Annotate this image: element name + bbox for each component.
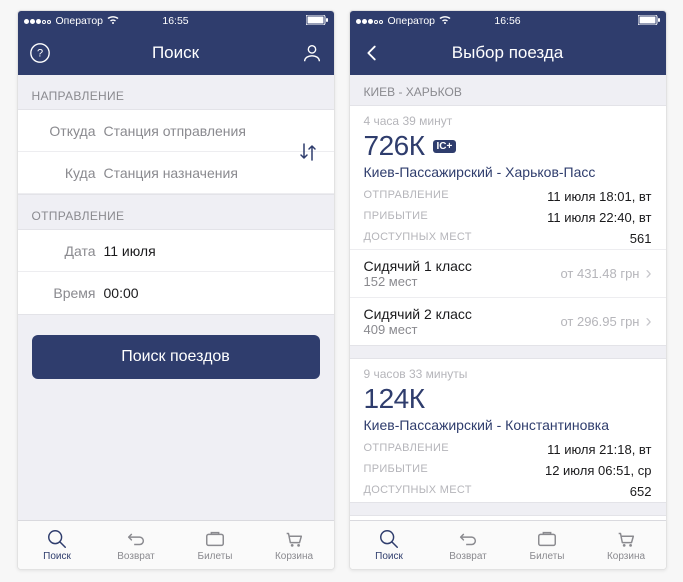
cart-icon: [282, 528, 306, 550]
route-subtitle: КИЕВ - ХАРЬКОВ: [350, 75, 666, 105]
search-icon: [377, 528, 401, 550]
header-title: Поиск: [152, 43, 199, 63]
tab-tickets[interactable]: Билеты: [508, 521, 587, 569]
kv-value: 652: [630, 484, 652, 499]
tab-tickets-label: Билеты: [198, 551, 233, 562]
status-time: 16:56: [356, 15, 660, 27]
tab-tickets[interactable]: Билеты: [176, 521, 255, 569]
train-duration: 4 часа 39 минут: [364, 114, 652, 128]
phone-results: Оператор 16:56 Выбор поезда КИЕВ - ХАРЬК…: [349, 10, 667, 570]
direction-section-label: НАПРАВЛЕНИЕ: [18, 75, 334, 109]
return-icon: [456, 528, 480, 550]
swap-vertical-icon: [298, 140, 318, 164]
tab-return-label: Возврат: [449, 551, 487, 562]
date-row[interactable]: Дата 11 июля: [18, 230, 334, 272]
tab-bar: Поиск Возврат Билеты Корзина: [18, 520, 334, 569]
help-button[interactable]: ?: [18, 31, 62, 75]
class-name: Сидячий 2 класс: [364, 306, 472, 322]
tab-return[interactable]: Возврат: [97, 521, 176, 569]
help-circle-icon: ?: [29, 42, 51, 64]
class-seats: 152 мест: [364, 274, 472, 289]
cart-icon: [614, 528, 638, 550]
svg-text:?: ?: [36, 48, 42, 60]
date-value: 11 июля: [104, 243, 320, 259]
content[interactable]: КИЕВ - ХАРЬКОВ 4 часа 39 минут 726К ІС+ Кие…: [350, 75, 666, 520]
to-row[interactable]: Куда Станция назначения: [18, 152, 334, 194]
from-row[interactable]: Откуда Станция отправления: [18, 110, 334, 152]
header: Выбор поезда: [350, 31, 666, 75]
tab-cart[interactable]: Корзина: [255, 521, 334, 569]
from-placeholder: Станция отправления: [104, 123, 320, 139]
class-price: от 296.95 грн: [560, 314, 639, 329]
profile-icon: [301, 42, 323, 64]
tab-search[interactable]: Поиск: [18, 521, 97, 569]
back-button[interactable]: [350, 31, 394, 75]
from-label: Откуда: [32, 123, 104, 139]
kv-value: 11 июля 21:18, вт: [547, 442, 651, 457]
status-bar: Оператор 16:56: [350, 11, 666, 31]
kv-label: ПРИБЫТИЕ: [364, 463, 428, 478]
kv-label: ДОСТУПНЫХ МЕСТ: [364, 231, 472, 246]
tab-search-label: Поиск: [43, 551, 71, 562]
train-card: 9 часов 33 минуты 124К Киев-Пассажирский -…: [350, 358, 666, 503]
train-badge: ІС+: [433, 140, 457, 153]
train-number: 726К: [364, 130, 425, 162]
tab-tickets-label: Билеты: [530, 551, 565, 562]
phone-search: Оператор 16:55 ? Поиск НАПРАВЛЕНИЕ От: [17, 10, 335, 570]
header: ? Поиск: [18, 31, 334, 75]
return-icon: [124, 528, 148, 550]
kv-value: 11 июля 18:01, вт: [547, 189, 651, 204]
direction-card: Откуда Станция отправления Куда Станция …: [18, 109, 334, 195]
class-seats: 409 мест: [364, 322, 472, 337]
train-number: 124К: [364, 383, 425, 415]
search-icon: [45, 528, 69, 550]
tab-return-label: Возврат: [117, 551, 155, 562]
tab-cart-label: Корзина: [275, 551, 313, 562]
class-row[interactable]: Сидячий 2 класс409 мест от 296.95 грн ›: [350, 297, 666, 345]
tab-return[interactable]: Возврат: [429, 521, 508, 569]
status-time: 16:55: [24, 15, 328, 27]
ticket-icon: [203, 528, 227, 550]
tab-cart[interactable]: Корзина: [587, 521, 666, 569]
kv-label: ОТПРАВЛЕНИЕ: [364, 442, 449, 457]
search-trains-button[interactable]: Поиск поездов: [32, 335, 320, 379]
time-row[interactable]: Время 00:00: [18, 272, 334, 314]
chevron-right-icon: ›: [646, 311, 652, 332]
kv-label: ОТПРАВЛЕНИЕ: [364, 189, 449, 204]
kv-value: 11 июля 22:40, вт: [547, 210, 651, 225]
departure-card: Дата 11 июля Время 00:00: [18, 229, 334, 315]
train-route: Киев-Пассажирский - Константиновка: [364, 417, 652, 433]
status-bar: Оператор 16:55: [18, 11, 334, 31]
kv-label: ПРИБЫТИЕ: [364, 210, 428, 225]
to-label: Куда: [32, 165, 104, 181]
train-route: Киев-Пассажирский - Харьков-Пасс: [364, 164, 652, 180]
date-label: Дата: [32, 243, 104, 259]
content: НАПРАВЛЕНИЕ Откуда Станция отправления К…: [18, 75, 334, 520]
time-value: 00:00: [104, 285, 320, 301]
tab-bar: Поиск Возврат Билеты Корзина: [350, 520, 666, 569]
train-duration: 9 часов 33 минуты: [364, 367, 652, 381]
profile-button[interactable]: [290, 31, 334, 75]
tab-search[interactable]: Поиск: [350, 521, 429, 569]
to-placeholder: Станция назначения: [104, 165, 320, 181]
train-card: 4 часа 39 минут 726К ІС+ Киев-Пассажирский …: [350, 105, 666, 346]
class-row[interactable]: Сидячий 1 класс152 мест от 431.48 грн ›: [350, 249, 666, 297]
header-title: Выбор поезда: [452, 43, 563, 63]
time-label: Время: [32, 285, 104, 301]
departure-section-label: ОТПРАВЛЕНИЕ: [18, 195, 334, 229]
kv-value: 12 июля 06:51, ср: [545, 463, 652, 478]
tab-search-label: Поиск: [375, 551, 403, 562]
chevron-left-icon: [361, 42, 383, 64]
class-price: от 431.48 грн: [560, 266, 639, 281]
kv-value: 561: [630, 231, 652, 246]
kv-label: ДОСТУПНЫХ МЕСТ: [364, 484, 472, 499]
ticket-icon: [535, 528, 559, 550]
tab-cart-label: Корзина: [607, 551, 645, 562]
class-name: Сидячий 1 класс: [364, 258, 472, 274]
swap-button[interactable]: [294, 138, 322, 166]
chevron-right-icon: ›: [646, 263, 652, 284]
